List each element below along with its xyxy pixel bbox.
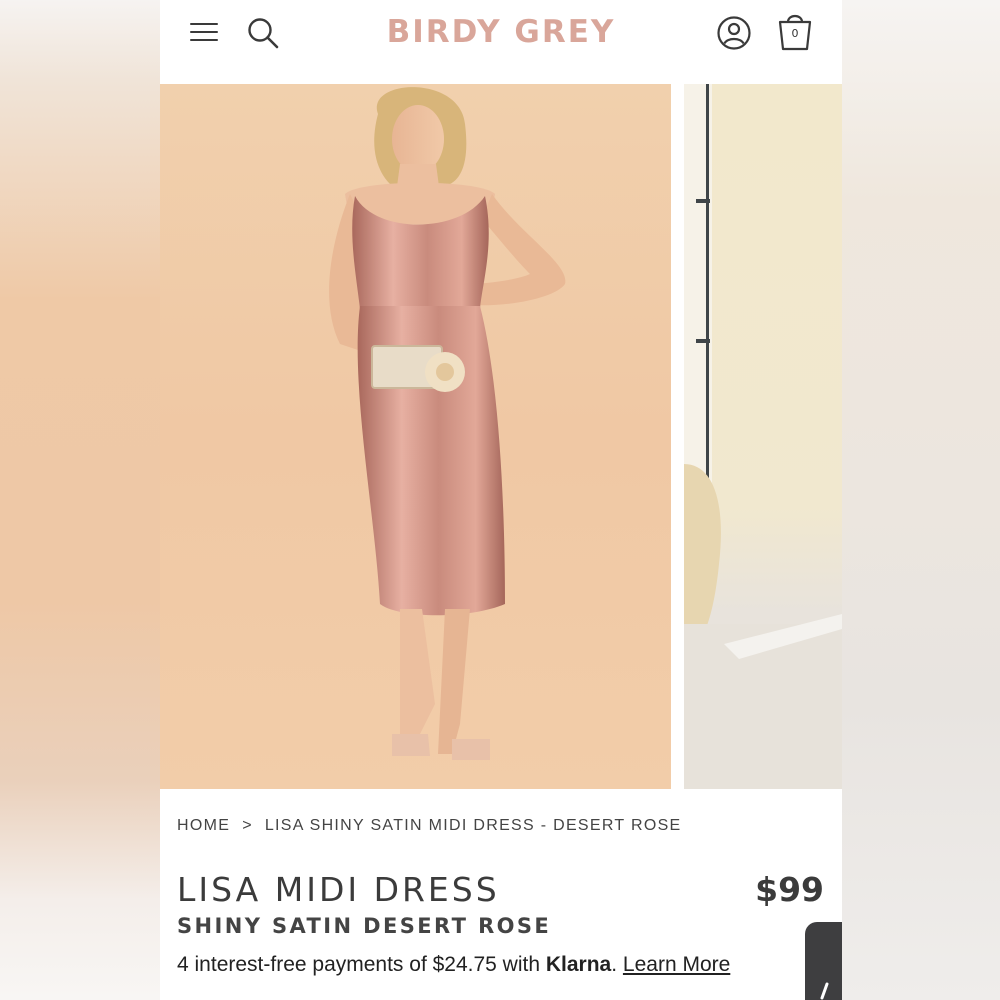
room-illustration <box>684 84 842 789</box>
blurred-background-left <box>0 0 160 1000</box>
phone-screen: BIRDY GREY 0 HOME > LISA SHINY SATIN MID… <box>160 0 842 1000</box>
klarna-logo: Klarna <box>545 953 612 976</box>
breadcrumb: HOME > LISA SHINY SATIN MIDI DRESS - DESER… <box>177 817 682 835</box>
product-price: $99 <box>755 870 824 909</box>
breadcrumb-home-link[interactable]: HOME <box>177 817 230 834</box>
shopping-bag-icon[interactable]: 0 <box>776 10 814 52</box>
product-photo-room-scene[interactable] <box>684 84 842 789</box>
period: . <box>611 953 618 976</box>
site-header: BIRDY GREY 0 <box>160 0 842 84</box>
chat-widget-button[interactable] <box>805 922 842 1000</box>
blurred-background-right <box>842 0 1000 1000</box>
product-photo-model-front[interactable] <box>160 84 671 789</box>
model-illustration <box>329 87 566 760</box>
learn-more-link[interactable]: Learn More <box>623 953 730 976</box>
product-image-carousel[interactable] <box>160 84 842 789</box>
klarna-installment-message: 4 interest-free payments of $24.75 with … <box>177 953 730 977</box>
installment-text: 4 interest-free payments of $24.75 with <box>177 953 546 976</box>
product-title: LISA MIDI DRESS <box>177 870 500 909</box>
cart-count: 0 <box>791 27 799 40</box>
breadcrumb-current: LISA SHINY SATIN MIDI DRESS - DESERT ROS… <box>264 817 682 834</box>
product-subtitle: SHINY SATIN DESERT ROSE <box>177 914 552 938</box>
account-icon[interactable] <box>716 15 752 51</box>
breadcrumb-separator: > <box>242 817 253 834</box>
